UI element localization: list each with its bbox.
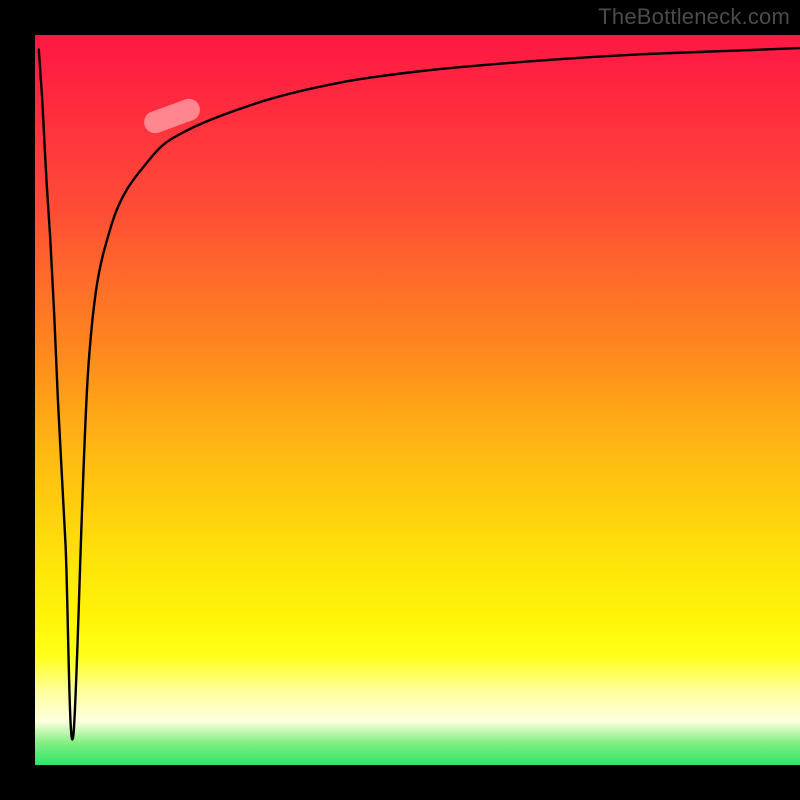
watermark-text: TheBottleneck.com: [598, 4, 790, 30]
plot-area: [35, 35, 800, 765]
chart-stage: TheBottleneck.com: [0, 0, 800, 800]
